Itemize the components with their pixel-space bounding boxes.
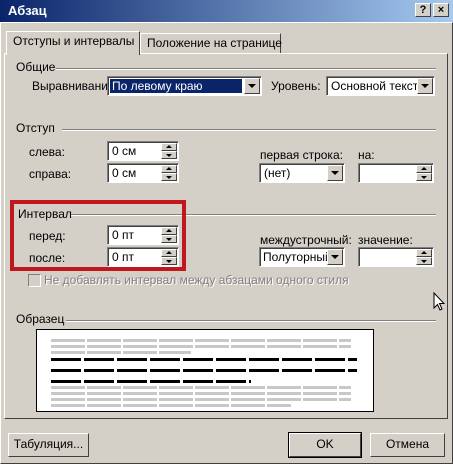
- first-line-by-input[interactable]: [358, 163, 434, 183]
- preview-line-next: [51, 386, 351, 389]
- spin-up-icon[interactable]: [416, 165, 432, 173]
- alignment-selected: По левому краю: [109, 78, 243, 94]
- preview-line-next: [51, 404, 291, 407]
- spinner[interactable]: [161, 165, 177, 181]
- spin-down-icon[interactable]: [416, 257, 432, 265]
- preview-line-prev: [51, 339, 351, 342]
- spinner[interactable]: [161, 143, 177, 159]
- tab-indents-spacing[interactable]: Отступы и интервалы: [6, 31, 140, 55]
- indent-right-input[interactable]: 0 см: [107, 163, 179, 183]
- group-title-sample: Образец: [16, 312, 65, 326]
- tab-label: Положение на странице: [147, 36, 282, 50]
- level-label: Уровень:: [271, 79, 321, 93]
- level-select[interactable]: Основной текст: [326, 76, 435, 96]
- indent-left-input[interactable]: 0 см: [107, 141, 179, 161]
- preview-line-current: [51, 369, 357, 372]
- group-divider: [62, 129, 436, 131]
- group-divider: [56, 68, 436, 70]
- tabs-button[interactable]: Табуляция...: [8, 433, 89, 457]
- preview-line-next: [51, 392, 351, 395]
- sample-preview: [36, 329, 374, 412]
- spin-up-icon[interactable]: [161, 165, 177, 173]
- first-line-label: первая строка:: [260, 148, 343, 162]
- title-bar: Абзац ? ×: [0, 0, 453, 22]
- indent-right-label: справа:: [29, 167, 72, 181]
- tab-page-position[interactable]: Положение на странице: [140, 33, 282, 53]
- indent-left-label: слева:: [29, 145, 65, 159]
- line-spacing-value-input[interactable]: [358, 247, 434, 267]
- chevron-down-icon[interactable]: [417, 78, 433, 94]
- tab-label: Отступы и интервалы: [13, 34, 135, 48]
- first-line-by-label: на:: [358, 148, 375, 162]
- spinner[interactable]: [416, 249, 432, 265]
- window-title: Абзац: [8, 3, 47, 18]
- preview-line-prev: [51, 345, 351, 348]
- spin-down-icon[interactable]: [161, 151, 177, 159]
- spin-down-icon[interactable]: [161, 173, 177, 181]
- highlight-box: [10, 200, 186, 271]
- chevron-down-icon[interactable]: [327, 165, 343, 181]
- line-spacing-value-label: значение:: [358, 233, 413, 247]
- chevron-down-icon[interactable]: [244, 78, 260, 94]
- chevron-down-icon[interactable]: [327, 249, 343, 265]
- preview-line-current: [51, 380, 251, 383]
- spin-down-icon[interactable]: [416, 173, 432, 181]
- group-divider: [66, 320, 436, 322]
- first-line-select[interactable]: (нет): [259, 163, 345, 183]
- help-button[interactable]: ?: [415, 3, 431, 17]
- line-spacing-select[interactable]: Полуторный: [259, 247, 345, 267]
- preview-line-next: [51, 398, 351, 401]
- spin-up-icon[interactable]: [416, 249, 432, 257]
- ok-button[interactable]: OK: [288, 432, 362, 458]
- alignment-select[interactable]: По левому краю: [107, 76, 262, 96]
- line-spacing-label: междустрочный:: [260, 233, 352, 247]
- spin-up-icon[interactable]: [161, 143, 177, 151]
- alignment-label: Выравнивание:: [32, 79, 118, 93]
- close-button[interactable]: ×: [433, 3, 449, 17]
- mouse-cursor-icon: [433, 292, 445, 311]
- cancel-button[interactable]: Отмена: [370, 433, 445, 457]
- preview-line-prev: [51, 351, 191, 354]
- no-space-checkbox[interactable]: [28, 274, 41, 287]
- group-title-indent: Отступ: [16, 121, 55, 135]
- spinner[interactable]: [416, 165, 432, 181]
- group-title-general: Общие: [16, 60, 56, 74]
- no-space-checkbox-label: Не добавлять интервал между абзацами одн…: [44, 273, 349, 287]
- preview-line-current: [51, 358, 357, 361]
